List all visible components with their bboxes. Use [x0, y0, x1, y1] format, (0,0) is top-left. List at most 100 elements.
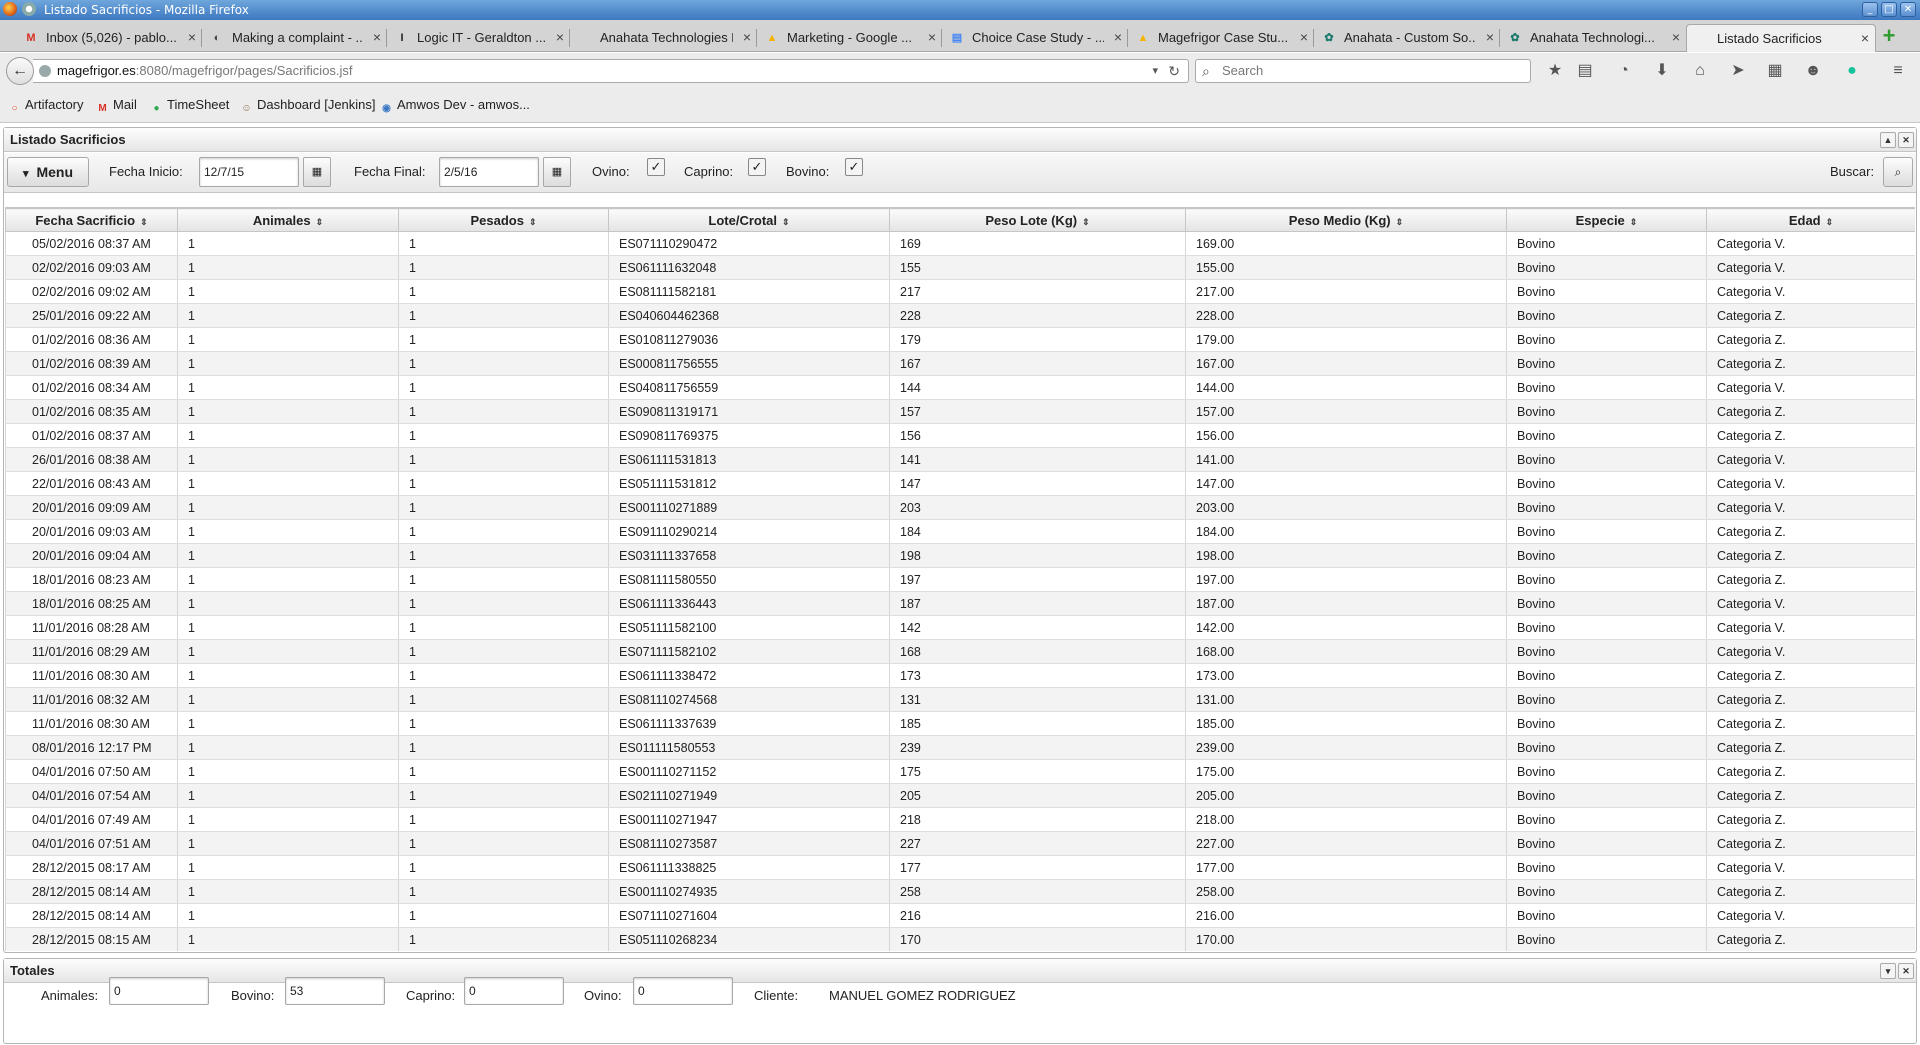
reload-icon[interactable]: ↻: [1168, 60, 1180, 82]
tab-2[interactable]: ◐ Making a complaint - ... ×: [202, 24, 387, 52]
column-header-6[interactable]: Peso Medio (Kg) ⇕: [1185, 208, 1507, 232]
table-row[interactable]: 18/01/2016 08:23 AM 1 1 ES081111580550 197 19…: [5, 567, 1915, 592]
column-header-2[interactable]: Animales ⇕: [177, 208, 399, 232]
back-button[interactable]: ←: [6, 57, 34, 85]
table-row[interactable]: 11/01/2016 08:29 AM 1 1 ES071111582102 168 16…: [5, 639, 1915, 664]
downloads-icon[interactable]: ⬇: [1652, 61, 1672, 81]
table-row[interactable]: 20/01/2016 09:09 AM 1 1 ES001110271889 203 20…: [5, 495, 1915, 520]
close-tab-icon[interactable]: ×: [373, 24, 381, 51]
close-tab-icon[interactable]: ×: [928, 24, 936, 51]
table-row[interactable]: 01/02/2016 08:39 AM 1 1 ES000811756555 167 16…: [5, 351, 1915, 376]
tab-7[interactable]: ▲ Magefrigor Case Stu... ×: [1128, 24, 1314, 52]
table-row[interactable]: 04/01/2016 07:50 AM 1 1 ES001110271152 175 17…: [5, 759, 1915, 784]
column-header-5[interactable]: Peso Lote (Kg) ⇕: [889, 208, 1186, 232]
sort-icon[interactable]: ⇕: [1082, 217, 1090, 227]
table-row[interactable]: 01/02/2016 08:36 AM 1 1 ES010811279036 179 17…: [5, 327, 1915, 352]
close-icon[interactable]: ✕: [1898, 963, 1914, 979]
ovino-total-field[interactable]: 0: [633, 977, 733, 1005]
table-row[interactable]: 04/01/2016 07:54 AM 1 1 ES021110271949 205 20…: [5, 783, 1915, 808]
table-row[interactable]: 05/02/2016 08:37 AM 1 1 ES071110290472 169 16…: [5, 231, 1915, 256]
minimize-icon[interactable]: _: [1862, 2, 1878, 17]
table-row[interactable]: 11/01/2016 08:32 AM 1 1 ES081110274568 131 13…: [5, 687, 1915, 712]
close-tab-icon[interactable]: ×: [743, 24, 751, 51]
pocket-icon[interactable]: ◔: [1614, 61, 1634, 81]
sort-icon[interactable]: ⇕: [316, 217, 324, 227]
caprino-checkbox[interactable]: ✓: [748, 158, 766, 176]
ovino-checkbox[interactable]: ✓: [647, 158, 665, 176]
table-row[interactable]: 18/01/2016 08:25 AM 1 1 ES061111336443 187 18…: [5, 591, 1915, 616]
bookmark-amwos-dev-amwos[interactable]: ◉ Amwos Dev - amwos...: [380, 97, 530, 115]
tab-3[interactable]: I Logic IT - Geraldton ... ×: [387, 24, 570, 52]
close-tab-icon[interactable]: ×: [1861, 25, 1869, 52]
table-row[interactable]: 28/12/2015 08:17 AM 1 1 ES061111338825 177 17…: [5, 855, 1915, 880]
bovino-total-field[interactable]: 53: [285, 977, 385, 1005]
table-row[interactable]: 04/01/2016 07:51 AM 1 1 ES081110273587 227 22…: [5, 831, 1915, 856]
maximize-icon[interactable]: □: [1881, 2, 1897, 17]
sort-icon[interactable]: ⇕: [782, 217, 790, 227]
calendar-icon[interactable]: ▦: [303, 157, 331, 187]
close-tab-icon[interactable]: ×: [1486, 24, 1494, 51]
grammarly-icon[interactable]: ●: [1842, 61, 1862, 81]
site-info-icon[interactable]: [39, 65, 51, 77]
caprino-total-field[interactable]: 0: [464, 977, 564, 1005]
sort-icon[interactable]: ⇕: [529, 217, 537, 227]
home-icon[interactable]: ⌂: [1690, 61, 1710, 81]
collapse-icon[interactable]: ▲: [1880, 132, 1896, 148]
table-row[interactable]: 22/01/2016 08:43 AM 1 1 ES051111531812 147 14…: [5, 471, 1915, 496]
window-menu-icon[interactable]: [22, 2, 36, 16]
column-header-3[interactable]: Pesados ⇕: [398, 208, 609, 232]
calendar-icon[interactable]: ▦: [543, 157, 571, 187]
table-row[interactable]: 28/12/2015 08:14 AM 1 1 ES071110271604 216 21…: [5, 903, 1915, 928]
search-button[interactable]: ⌕: [1883, 157, 1913, 187]
bookmark-artifactory[interactable]: ○ Artifactory: [8, 97, 83, 115]
table-row[interactable]: 28/12/2015 08:14 AM 1 1 ES001110274935 258 25…: [5, 879, 1915, 904]
tab-1[interactable]: M Inbox (5,026) - pablo... ×: [16, 24, 202, 52]
tab-4[interactable]: Anahata Technologies Pt... ×: [570, 24, 757, 52]
table-row[interactable]: 28/12/2015 08:15 AM 1 1 ES051110268234 170 17…: [5, 927, 1915, 951]
table-row[interactable]: 01/02/2016 08:34 AM 1 1 ES040811756559 144 14…: [5, 375, 1915, 400]
chevron-down-icon[interactable]: ▾: [1880, 963, 1896, 979]
table-row[interactable]: 20/01/2016 09:03 AM 1 1 ES091110290214 184 18…: [5, 519, 1915, 544]
bookmark-dashboard-jenkins[interactable]: ☺ Dashboard [Jenkins]: [240, 97, 375, 115]
tab-10[interactable]: Listado Sacrificios ×: [1686, 24, 1876, 52]
extension-icon[interactable]: ▦: [1765, 61, 1785, 81]
sort-icon[interactable]: ⇕: [1396, 217, 1404, 227]
column-header-7[interactable]: Especie ⇕: [1506, 208, 1707, 232]
close-tab-icon[interactable]: ×: [1114, 24, 1122, 51]
close-tab-icon[interactable]: ×: [1300, 24, 1308, 51]
close-window-icon[interactable]: ✕: [1900, 2, 1916, 17]
bookmark-timesheet[interactable]: ● TimeSheet: [150, 97, 229, 115]
column-header-1[interactable]: Fecha Sacrificio ⇕: [5, 208, 178, 232]
sort-icon[interactable]: ⇕: [1826, 217, 1834, 227]
column-header-4[interactable]: Lote/Crotal ⇕: [608, 208, 890, 232]
close-tab-icon[interactable]: ×: [556, 24, 564, 51]
tab-6[interactable]: ▤ Choice Case Study - ... ×: [942, 24, 1128, 52]
table-row[interactable]: 25/01/2016 09:22 AM 1 1 ES040604462368 228 22…: [5, 303, 1915, 328]
table-row[interactable]: 11/01/2016 08:28 AM 1 1 ES051111582100 142 14…: [5, 615, 1915, 640]
table-row[interactable]: 20/01/2016 09:04 AM 1 1 ES031111337658 198 19…: [5, 543, 1915, 568]
table-row[interactable]: 08/01/2016 12:17 PM 1 1 ES011111580553 239 23…: [5, 735, 1915, 760]
url-history-dropdown-icon[interactable]: ▾: [1152, 60, 1158, 82]
table-row[interactable]: 01/02/2016 08:35 AM 1 1 ES090811319171 157 15…: [5, 399, 1915, 424]
sort-icon[interactable]: ⇕: [1630, 217, 1638, 227]
column-header-8[interactable]: Edad ⇕: [1706, 208, 1915, 232]
new-tab-icon[interactable]: +: [1878, 25, 1900, 47]
bookmark-mail[interactable]: M Mail: [96, 97, 137, 115]
table-row[interactable]: 01/02/2016 08:37 AM 1 1 ES090811769375 156 15…: [5, 423, 1915, 448]
tab-5[interactable]: ▲ Marketing - Google ... ×: [757, 24, 942, 52]
close-icon[interactable]: ✕: [1898, 132, 1914, 148]
table-row[interactable]: 04/01/2016 07:49 AM 1 1 ES001110271947 218 21…: [5, 807, 1915, 832]
tab-9[interactable]: ✿ Anahata Technologi... ×: [1500, 24, 1686, 52]
close-tab-icon[interactable]: ×: [1672, 24, 1680, 51]
table-row[interactable]: 11/01/2016 08:30 AM 1 1 ES061111338472 173 17…: [5, 663, 1915, 688]
fecha-final-input[interactable]: 2/5/16: [439, 157, 539, 187]
bookmark-star-icon[interactable]: ★: [1545, 61, 1565, 81]
table-row[interactable]: 02/02/2016 09:02 AM 1 1 ES081111582181 217 21…: [5, 279, 1915, 304]
table-row[interactable]: 02/02/2016 09:03 AM 1 1 ES061111632048 155 15…: [5, 255, 1915, 280]
search-input[interactable]: ⌕ Search: [1195, 59, 1531, 83]
tab-8[interactable]: ✿ Anahata - Custom So... ×: [1314, 24, 1500, 52]
table-row[interactable]: 11/01/2016 08:30 AM 1 1 ES061111337639 185 18…: [5, 711, 1915, 736]
chat-icon[interactable]: ☻: [1803, 61, 1823, 81]
menu-icon[interactable]: ≡: [1888, 61, 1908, 81]
table-row[interactable]: 26/01/2016 08:38 AM 1 1 ES061111531813 141 14…: [5, 447, 1915, 472]
